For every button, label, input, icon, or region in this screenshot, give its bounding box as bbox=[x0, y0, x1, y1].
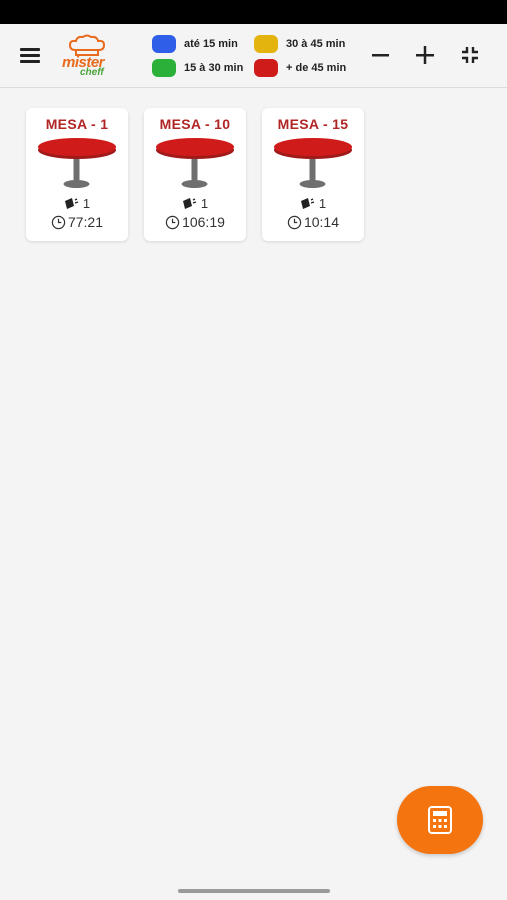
legend-label: + de 45 min bbox=[286, 62, 347, 74]
legend-swatch-green bbox=[152, 59, 176, 77]
home-indicator[interactable] bbox=[178, 889, 330, 893]
status-bar bbox=[0, 0, 507, 24]
legend-label: 15 à 30 min bbox=[184, 62, 244, 74]
legend-label: 30 à 45 min bbox=[286, 38, 346, 50]
calculator-button[interactable] bbox=[397, 786, 483, 854]
table-card[interactable]: MESA - 1 1 77:21 bbox=[26, 108, 128, 241]
clock-icon bbox=[287, 215, 302, 229]
minus-icon bbox=[372, 54, 389, 57]
table-orders: 1 bbox=[144, 196, 246, 211]
app-logo: mister cheff bbox=[58, 34, 116, 80]
legend-item-over-45: + de 45 min bbox=[254, 58, 346, 78]
legend-swatch-blue bbox=[152, 35, 176, 53]
legend-swatch-red bbox=[254, 59, 278, 77]
table-title: MESA - 10 bbox=[159, 116, 231, 132]
exit-fullscreen-button[interactable] bbox=[453, 38, 487, 72]
zoom-out-button[interactable] bbox=[363, 38, 397, 72]
table-time: 106:19 bbox=[144, 214, 246, 230]
legend-swatch-yellow bbox=[254, 35, 278, 53]
menu-icon-line bbox=[20, 60, 40, 63]
menu-icon-line bbox=[20, 48, 40, 51]
orders-icon bbox=[182, 197, 197, 209]
table-time: 77:21 bbox=[26, 214, 128, 230]
orders-icon bbox=[300, 197, 315, 209]
clock-icon bbox=[51, 215, 66, 229]
legend-item-0-15: até 15 min bbox=[152, 34, 238, 54]
clock-icon bbox=[165, 215, 180, 229]
table-card[interactable]: MESA - 10 1 106:19 bbox=[144, 108, 246, 241]
menu-button[interactable] bbox=[18, 45, 42, 65]
elapsed-time: 106:19 bbox=[182, 214, 225, 230]
menu-icon-line bbox=[20, 54, 40, 57]
legend-item-30-45: 30 à 45 min bbox=[254, 34, 345, 54]
table-orders: 1 bbox=[262, 196, 364, 211]
table-card[interactable]: MESA - 15 1 10:14 bbox=[262, 108, 364, 241]
table-icon bbox=[274, 138, 352, 188]
tables-grid: MESA - 1 1 77:21 MESA - 10 1 106:19 MESA… bbox=[26, 108, 364, 241]
app-bar: mister cheff até 15 min 30 à 45 min 15 à… bbox=[0, 24, 507, 88]
elapsed-time: 77:21 bbox=[67, 214, 104, 230]
calculator-icon bbox=[428, 806, 452, 834]
table-time: 10:14 bbox=[262, 214, 364, 230]
table-title: MESA - 1 bbox=[45, 116, 109, 132]
zoom-in-button[interactable] bbox=[408, 38, 442, 72]
table-icon bbox=[38, 138, 116, 188]
table-icon bbox=[156, 138, 234, 188]
legend-item-15-30: 15 à 30 min bbox=[152, 58, 243, 78]
orders-count: 1 bbox=[200, 196, 209, 211]
logo-text-cheff: cheff bbox=[80, 67, 104, 78]
orders-count: 1 bbox=[318, 196, 327, 211]
legend-label: até 15 min bbox=[184, 38, 238, 50]
collapse-icon bbox=[462, 47, 478, 63]
orders-count: 1 bbox=[82, 196, 91, 211]
table-orders: 1 bbox=[26, 196, 128, 211]
orders-icon bbox=[64, 197, 79, 209]
table-title: MESA - 15 bbox=[277, 116, 349, 132]
elapsed-time: 10:14 bbox=[303, 214, 340, 230]
plus-icon bbox=[416, 46, 434, 64]
